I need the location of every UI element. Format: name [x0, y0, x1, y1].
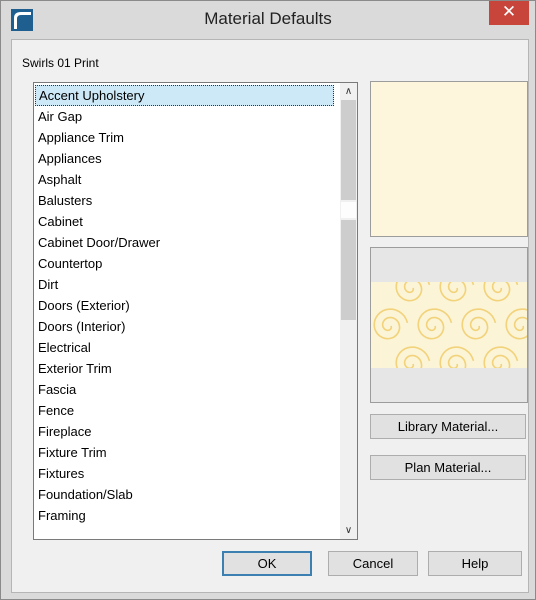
list-item[interactable]: Countertop: [34, 253, 339, 274]
vertical-scrollbar[interactable]: ∧ ∨: [340, 83, 357, 539]
dialog-title: Material Defaults: [204, 9, 332, 28]
cancel-button[interactable]: Cancel: [328, 551, 418, 576]
scroll-up-button[interactable]: ∧: [340, 83, 357, 100]
list-item[interactable]: Asphalt: [34, 169, 339, 190]
material-name-label: Swirls 01 Print: [22, 56, 99, 70]
list-item[interactable]: Electrical: [34, 337, 339, 358]
swirl-pattern-image: [371, 282, 527, 368]
list-item[interactable]: Doors (Interior): [34, 316, 339, 337]
list-item[interactable]: Fascia: [34, 379, 339, 400]
scrollbar-track[interactable]: [341, 100, 356, 200]
list-item[interactable]: Accent Upholstery: [35, 85, 334, 106]
help-button[interactable]: Help: [428, 551, 522, 576]
scrollbar-track-lower[interactable]: [341, 220, 356, 320]
scroll-down-button[interactable]: ∨: [340, 522, 357, 539]
ok-button[interactable]: OK: [222, 551, 312, 576]
list-item[interactable]: Cabinet Door/Drawer: [34, 232, 339, 253]
list-item[interactable]: Framing: [34, 505, 339, 526]
material-category-list[interactable]: Accent Upholstery Air Gap Appliance Trim Ap…: [33, 82, 358, 540]
list-item[interactable]: Fireplace: [34, 421, 339, 442]
list-item[interactable]: Air Gap: [34, 106, 339, 127]
list-items: Accent Upholstery Air Gap Appliance Trim Ap…: [34, 85, 339, 526]
list-item[interactable]: Cabinet: [34, 211, 339, 232]
list-item[interactable]: Exterior Trim: [34, 358, 339, 379]
scrollbar-thumb[interactable]: [341, 202, 356, 218]
list-item[interactable]: Balusters: [34, 190, 339, 211]
list-item[interactable]: Foundation/Slab: [34, 484, 339, 505]
close-icon: ✕: [501, 2, 517, 22]
list-item[interactable]: Appliances: [34, 148, 339, 169]
list-item[interactable]: Doors (Exterior): [34, 295, 339, 316]
material-texture-preview: [370, 247, 528, 403]
material-defaults-dialog: Material Defaults ✕ Swirls 01 Print Acce…: [0, 0, 536, 600]
plan-material-button[interactable]: Plan Material...: [370, 455, 526, 480]
title-bar: Material Defaults ✕: [1, 1, 535, 39]
list-item[interactable]: Fence: [34, 400, 339, 421]
library-material-button[interactable]: Library Material...: [370, 414, 526, 439]
close-button[interactable]: ✕: [489, 1, 529, 25]
material-color-preview: [370, 81, 528, 237]
list-item[interactable]: Fixtures: [34, 463, 339, 484]
list-item[interactable]: Fixture Trim: [34, 442, 339, 463]
list-item[interactable]: Appliance Trim: [34, 127, 339, 148]
list-item[interactable]: Dirt: [34, 274, 339, 295]
